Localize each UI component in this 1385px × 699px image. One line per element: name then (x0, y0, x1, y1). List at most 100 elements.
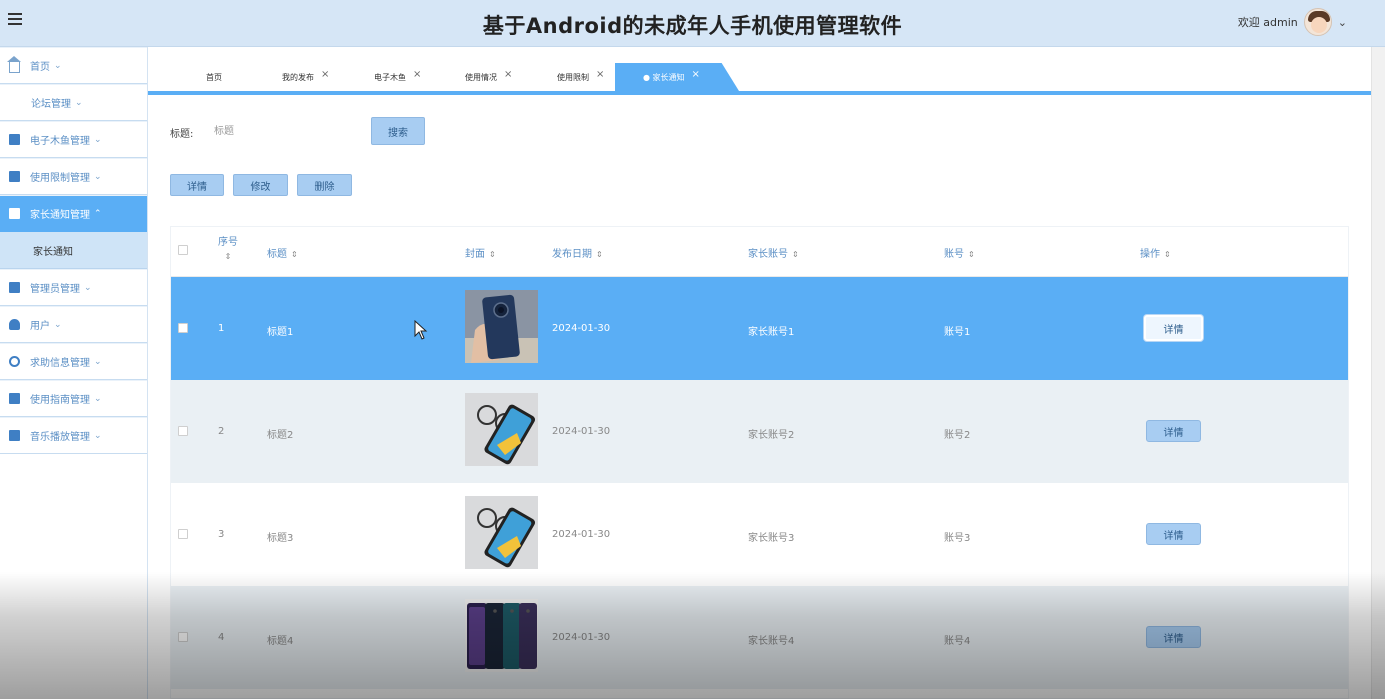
close-icon[interactable]: × (504, 69, 512, 80)
sidebar-item-user[interactable]: 用户 ⌄ (0, 306, 147, 343)
mouse-cursor-icon (414, 320, 428, 340)
help-icon (9, 356, 20, 367)
chevron-down-icon: ⌄ (75, 97, 83, 108)
layout-icon (9, 171, 20, 182)
row-checkbox[interactable] (178, 632, 188, 642)
row-date: 2024-01-30 (552, 529, 611, 540)
close-icon[interactable]: × (413, 69, 421, 80)
cover-image (465, 599, 538, 672)
column-header-title[interactable]: 标题 ⇕ (267, 245, 298, 260)
row-date: 2024-01-30 (552, 632, 611, 643)
chevron-down-icon: ⌄ (54, 319, 62, 330)
row-date: 2024-01-30 (552, 323, 611, 334)
sort-icon[interactable]: ⇕ (596, 250, 603, 259)
row-checkbox[interactable] (178, 323, 188, 333)
table-header: 序号 ⇕ 标题 ⇕ 封面 ⇕ 发布日期 ⇕ 家长账号 ⇕ 账号 ⇕ 操作 ⇕ (171, 227, 1348, 277)
column-header-seq[interactable]: 序号 ⇕ (218, 236, 238, 264)
chevron-down-icon[interactable]: ⌄ (1338, 16, 1347, 29)
table-row[interactable]: 3 标题3 2024-01-30 家长账号3 账号3 详情 (171, 483, 1348, 586)
chevron-down-icon: ⌄ (84, 282, 92, 293)
close-icon[interactable]: × (692, 69, 700, 80)
search-label: 标题: (170, 129, 194, 140)
row-detail-button[interactable]: 详情 (1146, 626, 1201, 648)
table-row[interactable]: 2 标题2 2024-01-30 家长账号2 账号2 详情 (171, 380, 1348, 483)
tab-home[interactable]: 首页 (206, 63, 222, 91)
image-icon (9, 134, 20, 145)
sort-icon[interactable]: ⇕ (291, 250, 298, 259)
sidebar-item-usage-limit[interactable]: 使用限制管理 ⌄ (0, 158, 147, 195)
close-icon[interactable]: × (596, 69, 604, 80)
tab-woodfish[interactable]: 电子木鱼 × (374, 63, 421, 91)
row-detail-button[interactable]: 详情 (1146, 523, 1201, 545)
sidebar-item-parent-notice[interactable]: 家长通知管理 ⌃ (0, 195, 147, 232)
column-header-cover[interactable]: 封面 ⇕ (465, 245, 496, 260)
sidebar-item-home[interactable]: 首页 ⌄ (0, 47, 147, 84)
detail-button[interactable]: 详情 (170, 174, 224, 196)
row-detail-button[interactable]: 详情 (1144, 315, 1203, 341)
chevron-down-icon: ⌄ (94, 393, 102, 404)
avatar[interactable] (1303, 8, 1332, 36)
row-title: 标题2 (267, 430, 294, 441)
chevron-down-icon: ⌄ (94, 430, 102, 441)
top-header: 基于Android的未成年人手机使用管理软件 欢迎 admin ⌄ (0, 0, 1385, 47)
print-icon (9, 393, 20, 404)
cover-image (465, 393, 538, 466)
row-checkbox[interactable] (178, 529, 188, 539)
chevron-up-icon: ⌃ (94, 208, 102, 219)
tab-my-posts[interactable]: 我的发布 × (282, 63, 329, 91)
sidebar-item-woodfish[interactable]: 电子木鱼管理 ⌄ (0, 121, 147, 158)
tab-usage[interactable]: 使用情况 × (465, 63, 512, 91)
row-date: 2024-01-30 (552, 426, 611, 437)
row-parent-account: 家长账号2 (748, 430, 795, 441)
sort-icon[interactable]: ⇕ (218, 250, 238, 264)
notice-table: 序号 ⇕ 标题 ⇕ 封面 ⇕ 发布日期 ⇕ 家长账号 ⇕ 账号 ⇕ 操作 ⇕ 1 标题1 2… (170, 226, 1349, 699)
card-icon (9, 430, 20, 441)
row-seq: 2 (218, 426, 225, 437)
sidebar-item-music[interactable]: 音乐播放管理 ⌄ (0, 417, 147, 454)
sidebar: 首页 ⌄ 论坛管理 ⌄ 电子木鱼管理 ⌄ 使用限制管理 ⌄ 家长通知管理 ⌃ 家长通知 管… (0, 47, 148, 699)
sidebar-item-admin[interactable]: 管理员管理 ⌄ (0, 269, 147, 306)
sidebar-item-guide[interactable]: 使用指南管理 ⌄ (0, 380, 147, 417)
row-seq: 1 (218, 323, 225, 334)
title-search-input[interactable] (208, 118, 358, 144)
cover-image (465, 290, 538, 363)
welcome-text: 欢迎 admin (1237, 16, 1298, 29)
table-row[interactable]: 1 标题1 2024-01-30 家长账号1 账号1 详情 (171, 277, 1348, 380)
edit-button[interactable]: 修改 (233, 174, 288, 196)
sidebar-item-forum[interactable]: 论坛管理 ⌄ (0, 84, 147, 121)
row-account: 账号3 (944, 533, 971, 544)
column-header-account[interactable]: 账号 ⇕ (944, 245, 975, 260)
chevron-down-icon: ⌄ (54, 60, 62, 71)
chevron-down-icon: ⌄ (94, 134, 102, 145)
grid-icon (9, 282, 20, 293)
sidebar-item-help[interactable]: 求助信息管理 ⌄ (0, 343, 147, 380)
row-title: 标题1 (267, 327, 294, 338)
tab-usage-limit[interactable]: 使用限制 × (557, 63, 604, 91)
chevron-down-icon: ⌄ (94, 356, 102, 367)
row-account: 账号2 (944, 430, 971, 441)
row-parent-account: 家长账号3 (748, 533, 795, 544)
sort-icon[interactable]: ⇕ (489, 250, 496, 259)
select-all-checkbox[interactable] (178, 245, 188, 255)
row-detail-button[interactable]: 详情 (1146, 420, 1201, 442)
user-icon (9, 319, 20, 330)
column-header-parent-account[interactable]: 家长账号 ⇕ (748, 245, 799, 260)
row-title: 标题4 (267, 636, 294, 647)
sort-icon[interactable]: ⇕ (1164, 250, 1171, 259)
page-scrollbar[interactable] (1371, 47, 1385, 699)
tab-parent-notice[interactable]: ● 家长通知 × (615, 63, 739, 91)
column-header-date[interactable]: 发布日期 ⇕ (552, 245, 603, 260)
column-header-ops: 操作 ⇕ (1140, 249, 1171, 260)
sidebar-subitem-parent-notice[interactable]: 家长通知 (0, 232, 147, 269)
cover-image (465, 496, 538, 569)
delete-button[interactable]: 删除 (297, 174, 352, 196)
search-button[interactable]: 搜索 (371, 117, 425, 145)
sort-icon[interactable]: ⇕ (792, 250, 799, 259)
row-checkbox[interactable] (178, 426, 188, 436)
sort-icon[interactable]: ⇕ (968, 250, 975, 259)
chevron-down-icon: ⌄ (94, 171, 102, 182)
row-parent-account: 家长账号4 (748, 636, 795, 647)
table-row[interactable]: 4 标题4 2024-01-30 家长账号4 账号4 详情 (171, 586, 1348, 689)
user-menu[interactable]: 欢迎 admin ⌄ (1238, 8, 1347, 36)
close-icon[interactable]: × (321, 69, 329, 80)
